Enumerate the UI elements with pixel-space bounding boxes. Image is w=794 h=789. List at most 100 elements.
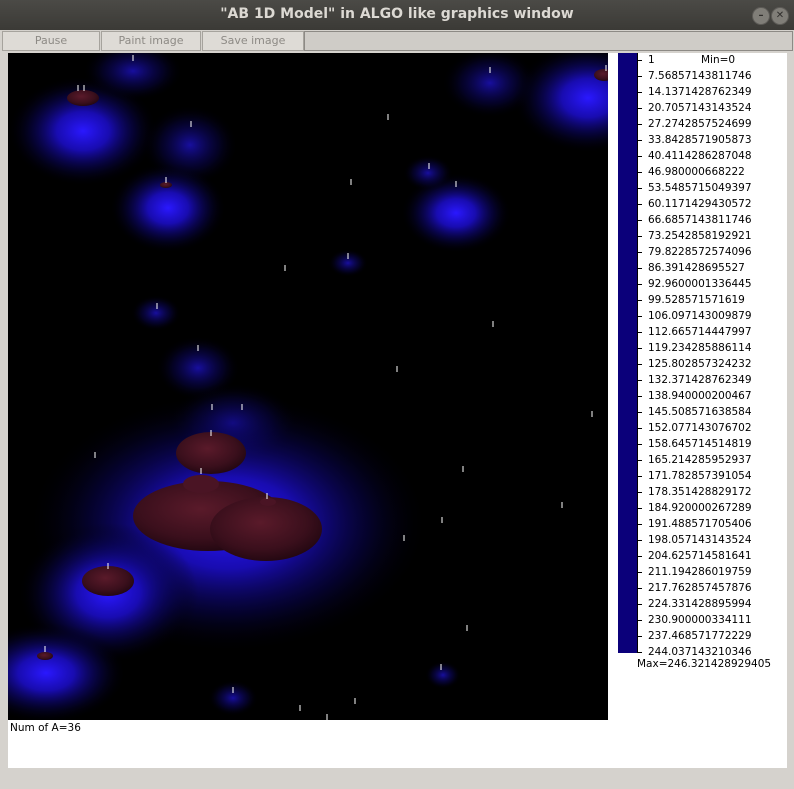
pause-button[interactable]: Pause [2,31,100,51]
legend-tick-label: 33.8428571905873 [648,134,752,146]
color-scale-axis [637,53,638,653]
peak-cap [67,90,99,106]
close-icon[interactable]: ✕ [771,7,789,25]
legend-tick-label: 40.4114286287048 [648,150,752,162]
legend-tick-label: 99.528571571619 [648,294,745,306]
legend-tick [637,124,642,125]
legend-tick-label: 106.097143009879 [648,310,752,322]
density-plot [8,53,608,720]
legend-tick-label: 224.331428895994 [648,598,752,610]
legend-tick-label: 20.7057143143524 [648,102,752,114]
peak-cap [183,475,219,493]
legend-tick [637,284,642,285]
legend-tick-label: 119.234285886114 [648,342,752,354]
legend-tick-label: 112.665714447997 [648,326,752,338]
window-title: "AB 1D Model" in ALGO like graphics wind… [220,6,574,22]
legend-tick-label: 184.920000267289 [648,502,752,514]
blob [208,680,258,716]
legend-tick [637,460,642,461]
legend-tick [637,76,642,77]
legend-tick [637,92,642,93]
plot-canvas[interactable] [8,53,608,720]
legend-tick-label: 211.194286019759 [648,566,752,578]
legend-tick-label: 27.2742857524699 [648,118,752,130]
legend-tick [637,108,642,109]
minimize-icon[interactable]: – [752,7,770,25]
legend-tick-label: 178.351428829172 [648,486,752,498]
legend-tick [637,572,642,573]
save-image-button[interactable]: Save image [202,31,304,51]
legend-tick [637,620,642,621]
legend-tick [637,396,642,397]
legend-tick-label: 1 [648,54,655,66]
legend-tick [637,156,642,157]
legend-tick [637,476,642,477]
legend-tick [637,412,642,413]
color-scale-bar [618,53,637,653]
legend-tick [637,332,642,333]
peak-cap [210,497,322,561]
legend-tick-label: 46.980000668222 [648,166,745,178]
legend-tick [637,268,642,269]
legend-tick-label: 66.6857143811746 [648,214,752,226]
legend-tick-label: 14.1371428762349 [648,86,752,98]
peak-cap [37,652,53,660]
legend-tick-label: 53.5485715049397 [648,182,752,194]
peak-cap [82,566,134,596]
toolbar: Pause Paint image Save image [0,30,794,51]
legend-tick-label: 132.371428762349 [648,374,752,386]
legend-tick [637,380,642,381]
peak-cap [176,432,246,474]
legend-tick [637,364,642,365]
legend-tick-label: 165.214285952937 [648,454,752,466]
legend-tick-label: 158.645714514819 [648,438,752,450]
max-label: Max=246.321428929405 [637,658,772,670]
legend-tick [637,588,642,589]
legend-tick [637,428,642,429]
legend-tick-label: 191.488571705406 [648,518,752,530]
toolbar-field[interactable] [304,31,793,51]
legend-tick-label: 204.625714581641 [648,550,752,562]
legend-tick [637,60,642,61]
legend-tick [637,236,642,237]
legend-tick [637,636,642,637]
legend-tick-label: 145.508571638584 [648,406,752,418]
legend-tick-label: 60.1171429430572 [648,198,752,210]
legend-tick [637,652,642,653]
min-label: Min=0 [701,54,736,66]
legend-tick-label: 244.037143210346 [648,646,752,658]
blob [425,661,461,689]
legend-tick-label: 152.077143076702 [648,422,752,434]
blob [110,163,226,253]
legend-tick [637,204,642,205]
legend-tick-label: 125.802857324232 [648,358,752,370]
legend-tick [637,524,642,525]
agent-count-text: Num of A=36 [10,722,81,734]
legend-tick [637,316,642,317]
blob [403,155,453,191]
legend-tick [637,604,642,605]
legend-tick [637,252,642,253]
legend-tick [637,140,642,141]
legend-tick-label: 198.057143143524 [648,534,752,546]
status-panel: Num of A=36 [8,720,787,768]
legend-tick [637,444,642,445]
legend-tick [637,300,642,301]
title-bar: "AB 1D Model" in ALGO like graphics wind… [0,0,794,30]
legend-tick [637,540,642,541]
legend-tick [637,556,642,557]
legend-tick-label: 86.391428695527 [648,262,745,274]
legend-tick-label: 7.56857143811746 [648,70,752,82]
legend-tick [637,220,642,221]
legend-tick [637,492,642,493]
legend-tick-label: 138.940000200467 [648,390,752,402]
legend-panel: Min=0 1 7.56857143811746 14.1371428762349 2… [608,53,787,720]
paint-image-button[interactable]: Paint image [101,31,201,51]
legend-tick-label: 171.782857391054 [648,470,752,482]
legend-tick [637,348,642,349]
legend-tick-label: 73.2542858192921 [648,230,752,242]
legend-tick-label: 217.762857457876 [648,582,752,594]
legend-tick-label: 92.9600001336445 [648,278,752,290]
legend-tick-label: 79.8228572574096 [648,246,752,258]
legend-tick [637,508,642,509]
